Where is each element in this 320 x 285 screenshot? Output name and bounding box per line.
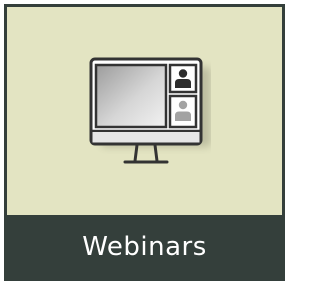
tile-illustration bbox=[7, 7, 282, 215]
tile-label: Webinars bbox=[82, 231, 207, 262]
webinars-tile[interactable]: Webinars bbox=[4, 4, 285, 281]
webinar-monitor-icon bbox=[89, 57, 211, 164]
caption-bar: Webinars bbox=[7, 215, 282, 278]
main-video-pane bbox=[94, 63, 168, 129]
